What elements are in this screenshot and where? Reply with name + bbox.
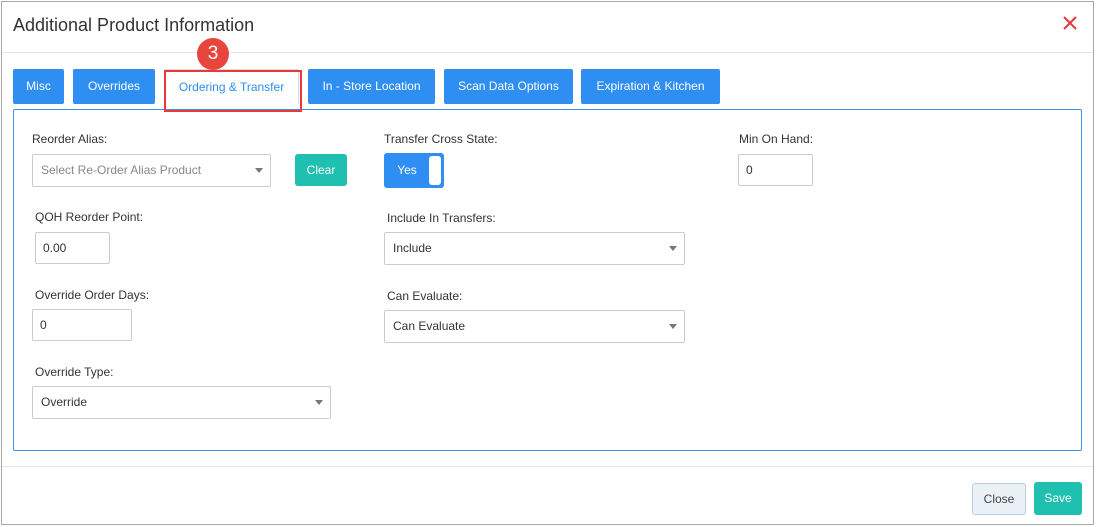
include-in-transfers-value: Include	[393, 241, 432, 255]
min-on-hand-label: Min On Hand:	[739, 132, 814, 146]
tab-scan-data-options[interactable]: Scan Data Options	[444, 69, 573, 104]
step-badge: 3	[197, 38, 229, 70]
include-in-transfers-label: Include In Transfers:	[387, 211, 496, 225]
qoh-reorder-point-label: QOH Reorder Point:	[35, 210, 144, 224]
reorder-alias-placeholder: Select Re-Order Alias Product	[41, 163, 202, 177]
can-evaluate-label: Can Evaluate:	[387, 289, 463, 303]
tab-highlight-box	[164, 70, 302, 112]
clear-button[interactable]: Clear	[295, 154, 347, 186]
modal-footer	[2, 466, 1093, 526]
tab-expiration-kitchen[interactable]: Expiration & Kitchen	[581, 69, 720, 104]
chevron-down-icon	[255, 168, 263, 173]
min-on-hand-input[interactable]: 0	[738, 154, 813, 186]
tab-in-store-location[interactable]: In - Store Location	[308, 69, 435, 104]
additional-product-info-modal: Additional Product Information Misc Over…	[1, 1, 1094, 525]
save-button[interactable]: Save	[1034, 482, 1082, 515]
override-type-value: Override	[41, 395, 88, 409]
reorder-alias-label: Reorder Alias:	[32, 132, 108, 146]
override-order-days-input[interactable]: 0	[32, 309, 132, 341]
close-icon[interactable]	[1061, 14, 1079, 32]
chevron-down-icon	[669, 246, 677, 251]
toggle-label: Yes	[397, 163, 417, 177]
toggle-knob	[429, 156, 441, 185]
can-evaluate-select[interactable]: Can Evaluate	[384, 310, 685, 343]
override-order-days-label: Override Order Days:	[35, 288, 150, 302]
transfer-cross-state-label: Transfer Cross State:	[384, 132, 498, 146]
modal-header: Additional Product Information	[2, 2, 1093, 53]
include-in-transfers-select[interactable]: Include	[384, 232, 685, 265]
tab-misc[interactable]: Misc	[13, 69, 64, 104]
modal-title: Additional Product Information	[13, 15, 255, 35]
reorder-alias-select[interactable]: Select Re-Order Alias Product	[32, 154, 271, 187]
chevron-down-icon	[315, 400, 323, 405]
qoh-reorder-point-input[interactable]: 0.00	[35, 232, 110, 264]
override-type-select[interactable]: Override	[32, 386, 331, 419]
override-type-label: Override Type:	[35, 365, 114, 379]
close-button[interactable]: Close	[972, 483, 1026, 515]
tab-overrides[interactable]: Overrides	[73, 69, 155, 104]
transfer-cross-state-toggle[interactable]: Yes	[384, 153, 444, 188]
chevron-down-icon	[669, 324, 677, 329]
can-evaluate-value: Can Evaluate	[393, 319, 466, 333]
